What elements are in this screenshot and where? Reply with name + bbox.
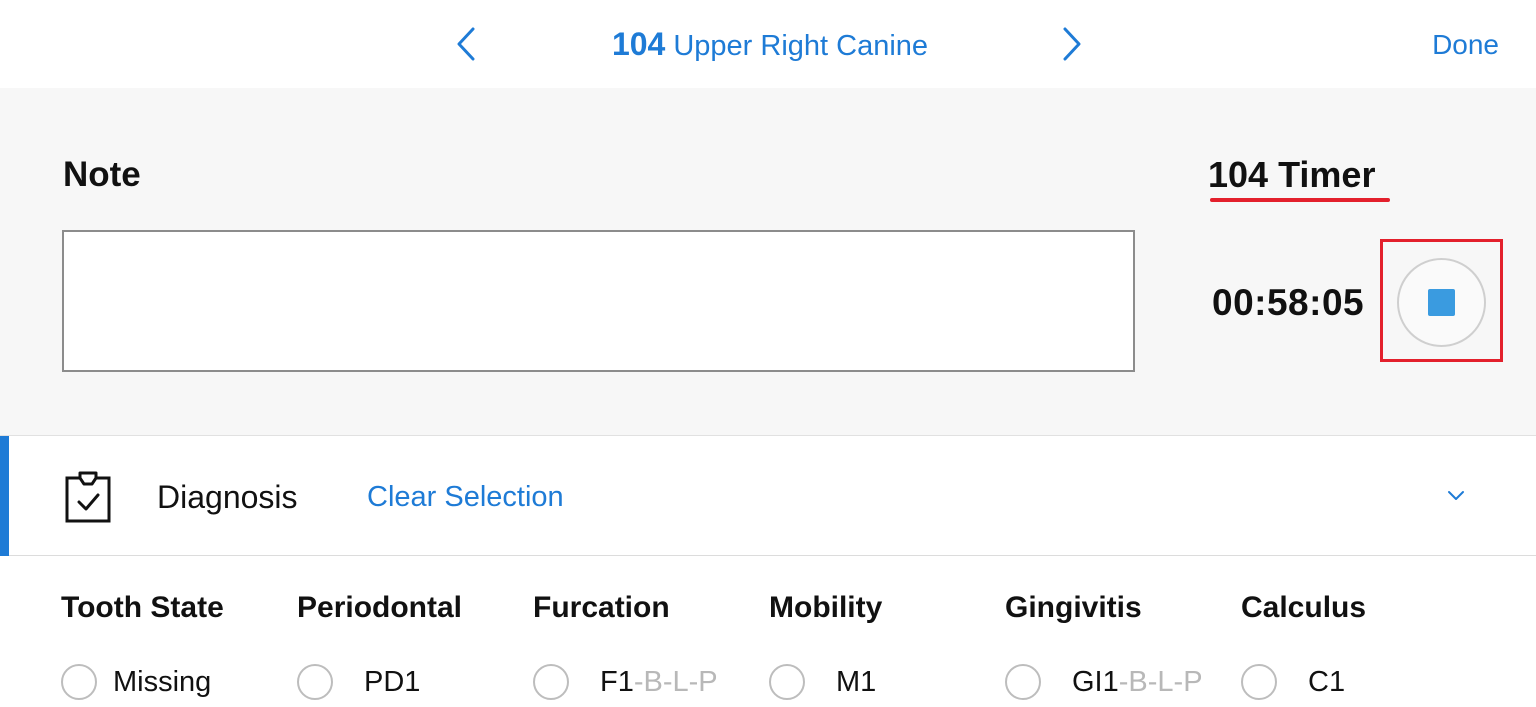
radio-button[interactable]: [533, 664, 569, 700]
category-header: Mobility: [769, 591, 883, 624]
option-label: F1-B-L-P: [600, 666, 718, 698]
note-label: Note: [63, 155, 141, 194]
option-label: PD1: [364, 666, 421, 698]
category-header: Gingivitis: [1005, 591, 1142, 624]
option-label: C1: [1308, 666, 1346, 698]
category-tooth-state: Tooth State Missing: [61, 590, 297, 700]
category-header: Periodontal: [297, 591, 463, 624]
next-tooth-button[interactable]: [1052, 20, 1092, 68]
diagnosis-section-header[interactable]: Diagnosis Clear Selection: [0, 436, 1536, 556]
note-timer-panel: Note 104 Timer 00:58:05: [0, 88, 1536, 436]
done-button[interactable]: Done: [1432, 26, 1499, 64]
radio-button[interactable]: [61, 664, 97, 700]
tooth-name: Upper Right Canine: [673, 30, 929, 62]
clipboard-check-icon: [65, 471, 111, 523]
category-header: Furcation: [533, 591, 670, 624]
option-label: Missing: [113, 666, 212, 698]
timer-label-underline: [1210, 198, 1390, 202]
clear-selection-button[interactable]: Clear Selection: [367, 479, 564, 515]
diagnosis-label: Diagnosis: [157, 479, 298, 515]
radio-button[interactable]: [1005, 664, 1041, 700]
category-header: Tooth State: [61, 591, 224, 624]
stop-icon: [1428, 289, 1455, 316]
category-header: Calculus: [1241, 591, 1367, 624]
tooth-title: 104 Upper Right Canine: [560, 24, 980, 66]
top-nav-bar: 104 Upper Right Canine Done: [0, 0, 1536, 88]
chevron-right-icon: [1063, 27, 1081, 61]
category-calculus: Calculus C1: [1241, 590, 1477, 700]
radio-button[interactable]: [769, 664, 805, 700]
previous-tooth-button[interactable]: [446, 20, 486, 68]
stop-timer-button[interactable]: [1397, 258, 1486, 347]
radio-button[interactable]: [297, 664, 333, 700]
note-input[interactable]: [62, 230, 1135, 372]
tooth-number: 104: [611, 26, 666, 62]
chevron-down-icon[interactable]: [1444, 484, 1468, 508]
category-mobility: Mobility M1: [769, 590, 1005, 700]
option-label: GI1-B-L-P: [1072, 666, 1203, 698]
category-periodontal: Periodontal PD1: [297, 590, 533, 700]
section-accent-bar: [0, 436, 9, 556]
option-label: M1: [836, 666, 877, 698]
category-gingivitis: Gingivitis GI1-B-L-P: [1005, 590, 1241, 700]
chevron-left-icon: [457, 27, 475, 61]
category-furcation: Furcation F1-B-L-P: [533, 590, 769, 700]
timer-value: 00:58:05: [1212, 282, 1365, 323]
radio-button[interactable]: [1241, 664, 1277, 700]
timer-label: 104 Timer: [1208, 154, 1376, 195]
